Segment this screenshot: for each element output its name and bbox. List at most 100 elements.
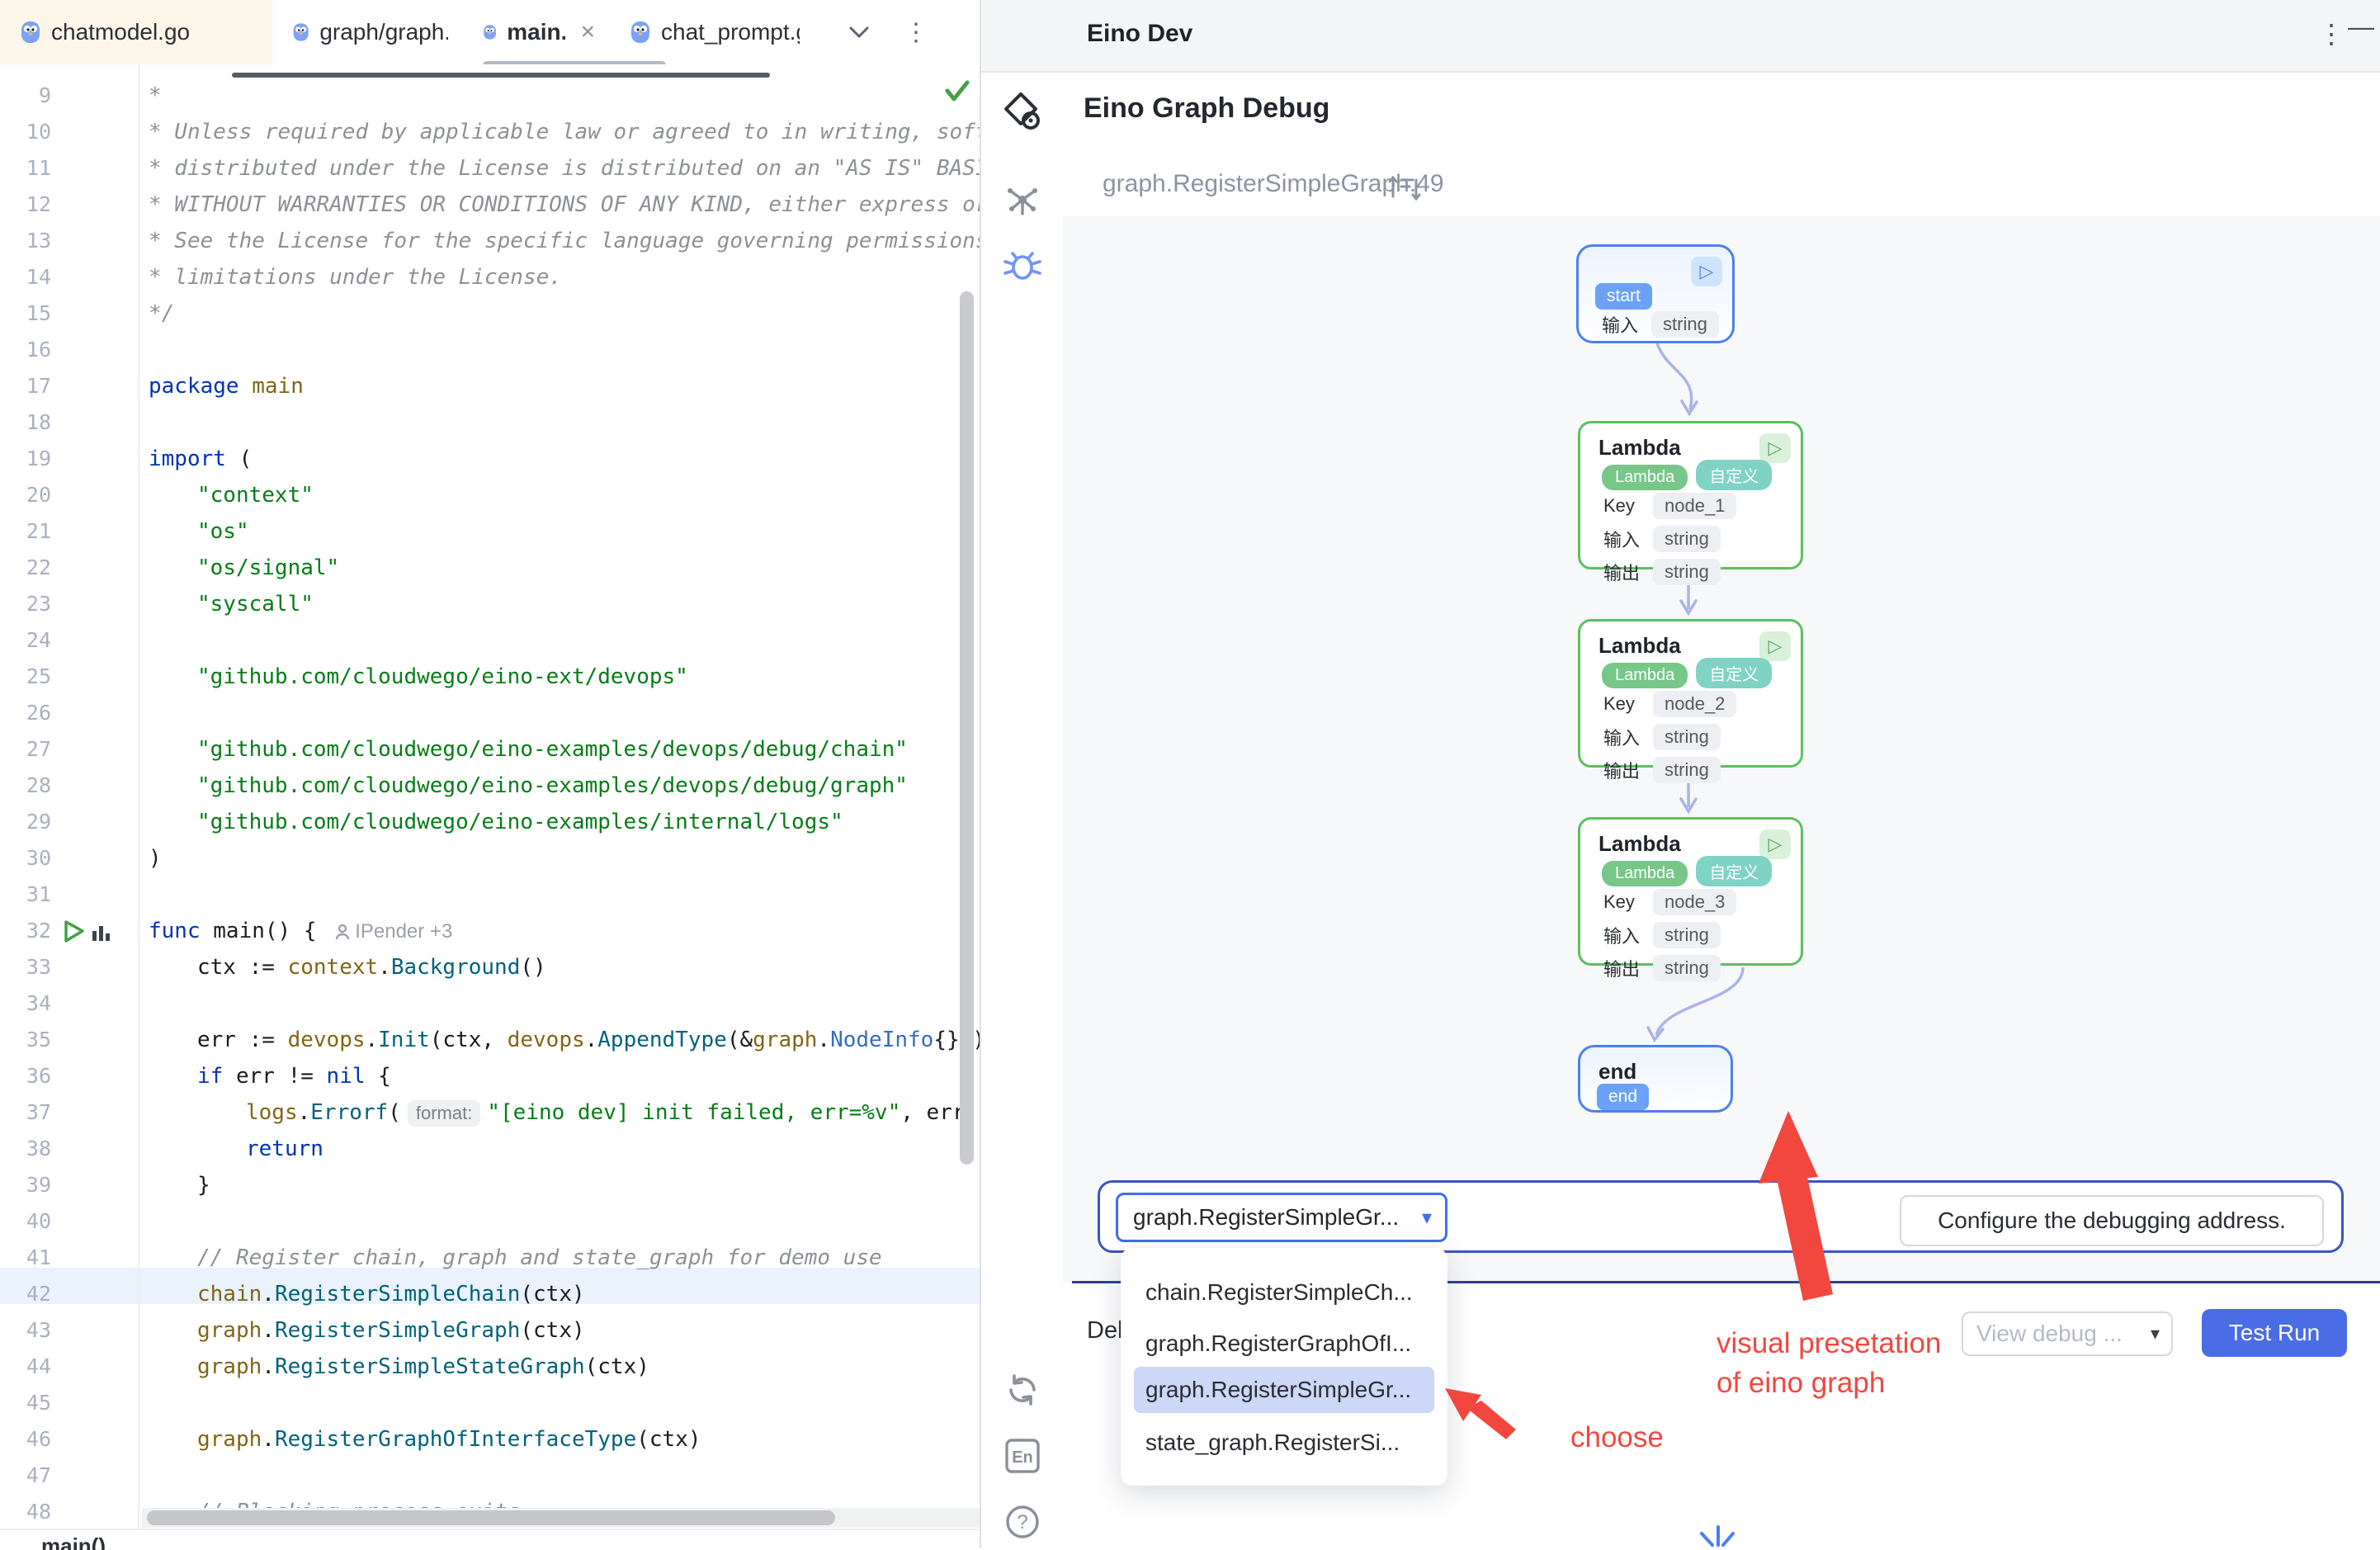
code-line-41[interactable]: 41// Register chain, graph and state_gra… [0,1240,978,1276]
view-debug-select[interactable]: View debug ... ▾ [1962,1311,2173,1356]
code-line-25[interactable]: 25"github.com/cloudwego/eino-ext/devops" [0,659,978,695]
dropdown-option-3[interactable]: state_graph.RegisterSi... [1134,1420,1434,1466]
code-line-15[interactable]: 15*/ [0,295,978,332]
graph-node-node_3[interactable]: Lambda▷Lambda自定义Keynode_3输入string输出strin… [1578,817,1803,966]
code-line-47[interactable]: 47 [0,1458,978,1494]
code-line-22[interactable]: 22"os/signal" [0,550,978,586]
chevron-down-icon[interactable] [848,25,871,40]
code-line-26[interactable]: 26 [0,695,978,731]
breadcrumb-bar[interactable]: main() [0,1529,980,1550]
code-line-16[interactable]: 16 [0,332,978,368]
dropdown-option-2[interactable]: graph.RegisterSimpleGr... [1134,1367,1434,1413]
code-line-39[interactable]: 39} [0,1167,978,1203]
kebab-menu-icon[interactable]: ⋮ [2318,18,2345,50]
sparkle-icon [1702,1527,1733,1545]
breadcrumb[interactable]: main() [41,1533,980,1550]
code-line-33[interactable]: 33ctx := context.Background() [0,949,978,985]
node-run-icon[interactable]: ▷ [1759,631,1791,661]
code-line-36[interactable]: 36if err != nil { [0,1058,978,1094]
code-line-20[interactable]: 20"context" [0,477,978,513]
code-line-17[interactable]: 17package main [0,368,978,404]
tab-label: main.go [507,19,565,45]
code-line-34[interactable]: 34 [0,985,978,1022]
code-line-11[interactable]: 11* distributed under the License is dis… [0,150,978,187]
run-gutter-icons[interactable] [63,919,112,944]
panel-header: Eino Dev ⋮ — [981,0,2380,73]
code-line-23[interactable]: 23"syscall" [0,586,978,622]
node-run-icon[interactable]: ▷ [1759,433,1791,463]
code-line-27[interactable]: 27"github.com/cloudwego/eino-examples/de… [0,731,978,768]
code-line-37[interactable]: 37logs.Errorf(format:"[eino dev] init fa… [0,1094,978,1131]
code-editor[interactable]: 9*10* Unless required by applicable law … [0,64,980,1529]
line-number: 10 [0,114,51,150]
line-number: 26 [0,695,51,731]
code-line-40[interactable]: 40 [0,1203,978,1240]
chevron-down-icon: ▾ [2151,1323,2160,1344]
editor-vertical-scrollbar[interactable] [960,291,974,1165]
close-icon[interactable]: × [580,18,595,46]
tab-graph-graph-go[interactable]: graph/graph.go [272,0,463,64]
eino-logo-icon[interactable] [996,86,1049,139]
go-file-icon [630,20,651,45]
code-line-28[interactable]: 28"github.com/cloudwego/eino-examples/de… [0,768,978,804]
node-title: Lambda [1598,831,1681,857]
code-line-10[interactable]: 10* Unless required by applicable law or… [0,114,978,150]
tab-chat-prompt-go[interactable]: chat_prompt.go [610,0,815,64]
code-line-19[interactable]: 19import ( [0,441,978,477]
line-number: 21 [0,513,51,550]
code-vision-hint[interactable]: IPender +3 [335,920,453,943]
graph-network-icon[interactable] [996,173,1049,226]
code-line-29[interactable]: 29"github.com/cloudwego/eino-examples/in… [0,804,978,840]
code-line-12[interactable]: 12* WITHOUT WARRANTIES OR CONDITIONS OF … [0,187,978,223]
test-run-button[interactable]: Test Run [2202,1309,2347,1357]
node-io-row: Keynode_3 [1603,889,1736,915]
annotation-note-line1: visual presetation [1717,1327,1941,1360]
graph-debug-subtitle: graph.RegisterSimpleGraph:49 [1103,170,1444,198]
code-line-9[interactable]: 9* [0,78,978,114]
code-line-35[interactable]: 35err := devops.Init(ctx, devops.AppendT… [0,1022,978,1058]
graph-node-end[interactable]: endend [1578,1045,1733,1113]
code-line-18[interactable]: 18 [0,404,978,441]
line-number: 37 [0,1094,51,1131]
configure-address-button[interactable]: Configure the debugging address. [1900,1195,2324,1246]
code-line-45[interactable]: 45 [0,1385,978,1421]
code-line-43[interactable]: 43graph.RegisterSimpleGraph(ctx) [0,1312,978,1349]
line-number: 35 [0,1022,51,1058]
graph-select[interactable]: graph.RegisterSimpleGr... ▾ [1116,1193,1447,1242]
author-icon [335,924,350,940]
node-io-row: Keynode_1 [1603,493,1736,519]
graph-node-start[interactable]: ▷start输入string [1576,244,1735,343]
language-en-icon[interactable]: En [996,1429,1049,1482]
code-line-42[interactable]: 42chain.RegisterSimpleChain(ctx) [0,1276,978,1312]
code-line-13[interactable]: 13* See the License for the specific lan… [0,223,978,259]
code-line-21[interactable]: 21"os" [0,513,978,550]
graph-node-node_2[interactable]: Lambda▷Lambda自定义Keynode_2输入string输出strin… [1578,619,1803,768]
code-line-14[interactable]: 14* limitations under the License. [0,259,978,295]
refresh-icon[interactable] [996,1363,1049,1416]
dropdown-option-0[interactable]: chain.RegisterSimpleCh... [1134,1269,1434,1316]
code-line-24[interactable]: 24 [0,622,978,659]
debug-bug-icon[interactable] [996,239,1049,292]
graph-node-node_1[interactable]: Lambda▷Lambda自定义Keynode_1输入string输出strin… [1578,421,1803,569]
line-number: 47 [0,1458,51,1494]
code-line-32[interactable]: 32func main() { IPender +3 [0,913,978,949]
code-line-30[interactable]: 30) [0,840,978,877]
minimize-icon[interactable]: — [2348,12,2374,42]
node-run-icon[interactable]: ▷ [1691,257,1722,286]
code-line-46[interactable]: 46graph.RegisterGraphOfInterfaceType(ctx… [0,1421,978,1458]
tab-chatmodel-go[interactable]: chatmodel.go [0,0,272,64]
dropdown-option-1[interactable]: graph.RegisterGraphOfI... [1134,1321,1434,1367]
code-line-38[interactable]: 38return [0,1131,978,1167]
code-line-44[interactable]: 44graph.RegisterSimpleStateGraph(ctx) [0,1349,978,1385]
profile-icon[interactable] [92,926,110,941]
tab-main-go[interactable]: main.go × [463,0,610,64]
code-line-31[interactable]: 31 [0,877,978,913]
editor-horizontal-scrollbar[interactable] [147,1510,835,1525]
line-number: 12 [0,187,51,223]
run-icon[interactable] [66,922,83,941]
kebab-menu-icon[interactable]: ⋮ [904,18,928,47]
help-icon[interactable]: ? [996,1496,1049,1548]
node-run-icon[interactable]: ▷ [1759,829,1791,859]
line-number: 31 [0,877,51,913]
line-number: 44 [0,1349,51,1385]
